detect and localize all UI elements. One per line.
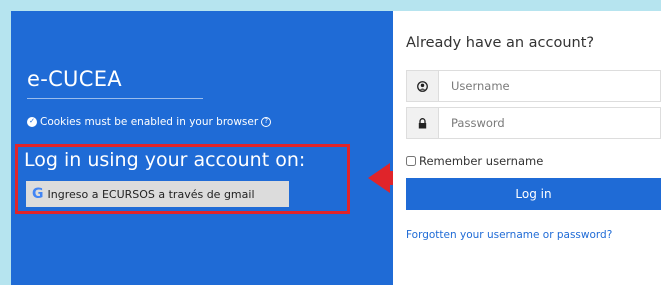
username-field (406, 70, 661, 102)
user-icon (407, 71, 439, 101)
google-icon: G (32, 186, 44, 202)
password-input[interactable] (439, 108, 660, 138)
check-circle-icon: ✓ (27, 117, 37, 127)
help-circle-icon[interactable]: ? (261, 117, 272, 127)
remember-username-checkbox[interactable] (406, 156, 416, 166)
username-input[interactable] (439, 71, 660, 101)
cookie-notice: ✓ Cookies must be enabled in your browse… (27, 116, 272, 128)
forgot-credentials-link[interactable]: Forgotten your username or password? (406, 229, 612, 241)
lock-icon (407, 108, 439, 138)
google-login-label: Ingreso a ECURSOS a través de gmail (47, 187, 255, 201)
already-have-account-heading: Already have an account? (406, 35, 595, 51)
cookie-notice-text: Cookies must be enabled in your browser (40, 116, 259, 128)
remember-username-label: Remember username (419, 154, 544, 168)
site-title: e-CUCEA (27, 67, 122, 91)
right-panel: Already have an account? Remember userna… (393, 11, 661, 285)
password-field (406, 107, 661, 139)
login-button[interactable]: Log in (406, 178, 661, 210)
google-login-button[interactable]: G Ingreso a ECURSOS a través de gmail (26, 181, 289, 207)
left-panel: e-CUCEA ✓ Cookies must be enabled in you… (11, 11, 393, 285)
title-divider (27, 98, 203, 99)
remember-username[interactable]: Remember username (406, 154, 543, 168)
login-using-heading: Log in using your account on: (24, 149, 306, 171)
